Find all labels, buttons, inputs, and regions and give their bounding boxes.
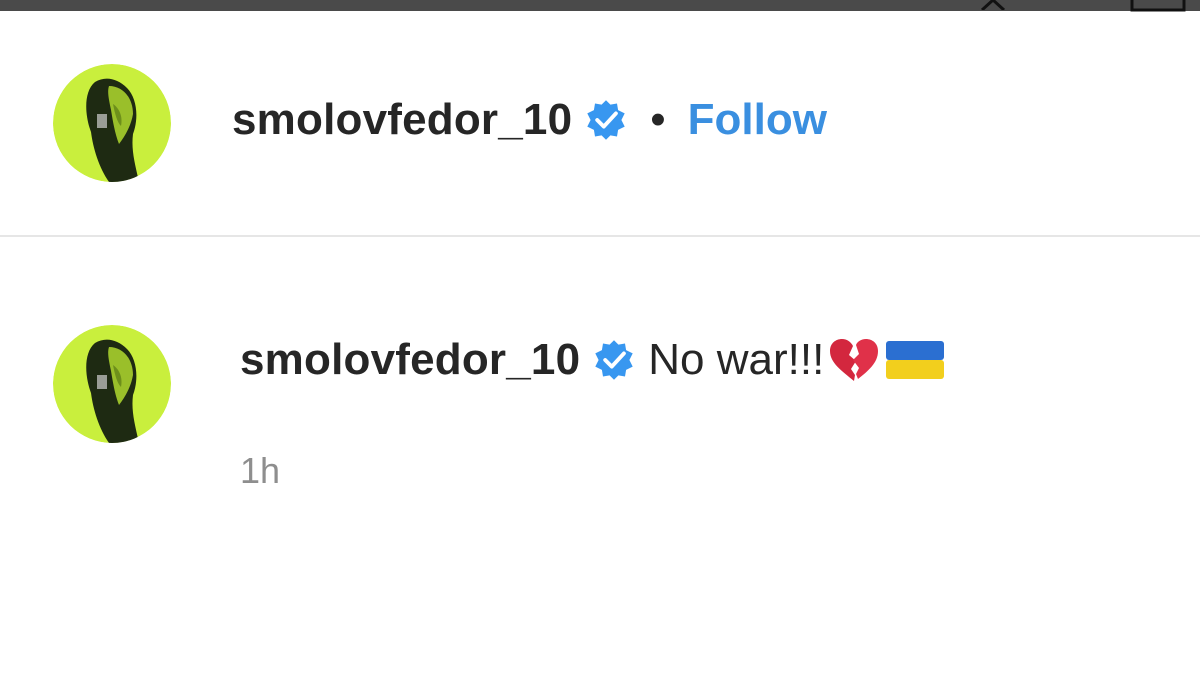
verified-badge-icon <box>595 340 633 380</box>
close-icon[interactable] <box>978 0 1008 10</box>
separator-dot: • <box>650 95 666 144</box>
comment-timestamp: 1h <box>240 450 281 491</box>
comment: smolovfedor_10 No war!!! <box>240 332 946 388</box>
top-bar <box>0 0 1200 12</box>
avatar[interactable] <box>53 64 171 182</box>
comment-text: No war!!! <box>648 335 825 384</box>
divider <box>0 235 1200 237</box>
avatar[interactable] <box>53 325 171 443</box>
verified-badge-icon <box>587 100 625 140</box>
broken-heart-emoji <box>830 339 879 381</box>
ukraine-flag-emoji <box>886 341 945 379</box>
follow-button[interactable]: Follow <box>688 95 827 145</box>
comment-username[interactable]: smolovfedor_10 <box>240 335 580 385</box>
post-header: smolovfedor_10 • Follow <box>232 92 827 148</box>
window-icon[interactable] <box>1128 0 1188 12</box>
header-username[interactable]: smolovfedor_10 <box>232 95 572 145</box>
